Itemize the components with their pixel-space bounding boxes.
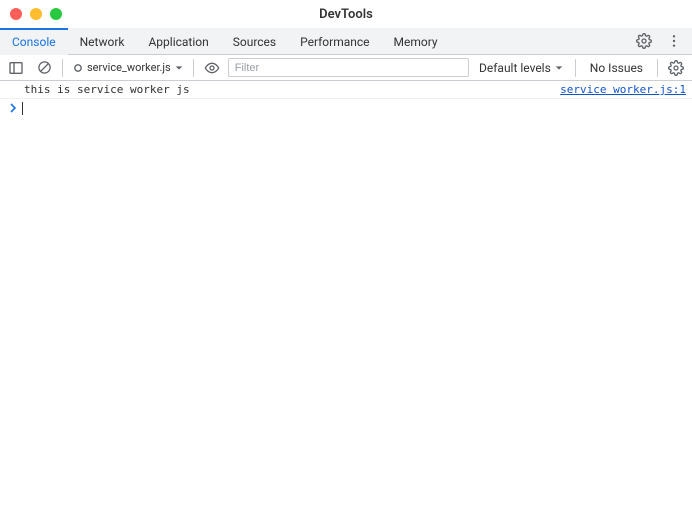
- console-source-link[interactable]: service worker.js:1: [560, 83, 686, 96]
- context-label: service_worker.js: [87, 61, 171, 74]
- divider: [575, 59, 576, 77]
- console-log-row: this is service worker js service worker…: [0, 81, 692, 99]
- tab-performance[interactable]: Performance: [288, 28, 381, 55]
- tab-memory[interactable]: Memory: [382, 28, 450, 55]
- minimize-window-button[interactable]: [30, 8, 42, 20]
- clear-console-icon[interactable]: [32, 56, 56, 80]
- context-selector[interactable]: service_worker.js: [69, 58, 187, 78]
- prompt-caret-icon: [6, 103, 20, 113]
- console-settings-icon[interactable]: [664, 56, 688, 80]
- issues-label: No Issues: [582, 61, 651, 75]
- window-title: DevTools: [0, 7, 692, 22]
- maximize-window-button[interactable]: [50, 8, 62, 20]
- titlebar: DevTools: [0, 0, 692, 28]
- divider: [193, 59, 194, 77]
- tab-sources[interactable]: Sources: [221, 28, 288, 55]
- log-levels-label: Default levels: [479, 61, 551, 75]
- panel-tabs: Console Network Application Sources Perf…: [0, 28, 692, 55]
- console-prompt-input[interactable]: [23, 101, 686, 115]
- divider: [657, 59, 658, 77]
- close-window-button[interactable]: [10, 8, 22, 20]
- tab-application[interactable]: Application: [136, 28, 220, 55]
- console-toolbar: service_worker.js Default levels No Issu…: [0, 55, 692, 81]
- console-message: this is service worker js: [24, 83, 560, 96]
- traffic-lights: [10, 8, 62, 20]
- console-area: this is service worker js service worker…: [0, 81, 692, 117]
- context-status-icon: [73, 63, 83, 73]
- tab-console[interactable]: Console: [0, 28, 68, 55]
- filter-input[interactable]: [228, 58, 469, 77]
- settings-icon[interactable]: [632, 29, 656, 53]
- chevron-down-icon: [555, 64, 563, 72]
- divider: [62, 59, 63, 77]
- more-icon[interactable]: [662, 29, 686, 53]
- console-prompt-row[interactable]: [0, 99, 692, 117]
- toggle-sidebar-icon[interactable]: [4, 56, 28, 80]
- chevron-down-icon: [175, 64, 183, 72]
- tab-network[interactable]: Network: [68, 28, 137, 55]
- live-expression-icon[interactable]: [200, 56, 224, 80]
- log-levels-selector[interactable]: Default levels: [473, 61, 569, 75]
